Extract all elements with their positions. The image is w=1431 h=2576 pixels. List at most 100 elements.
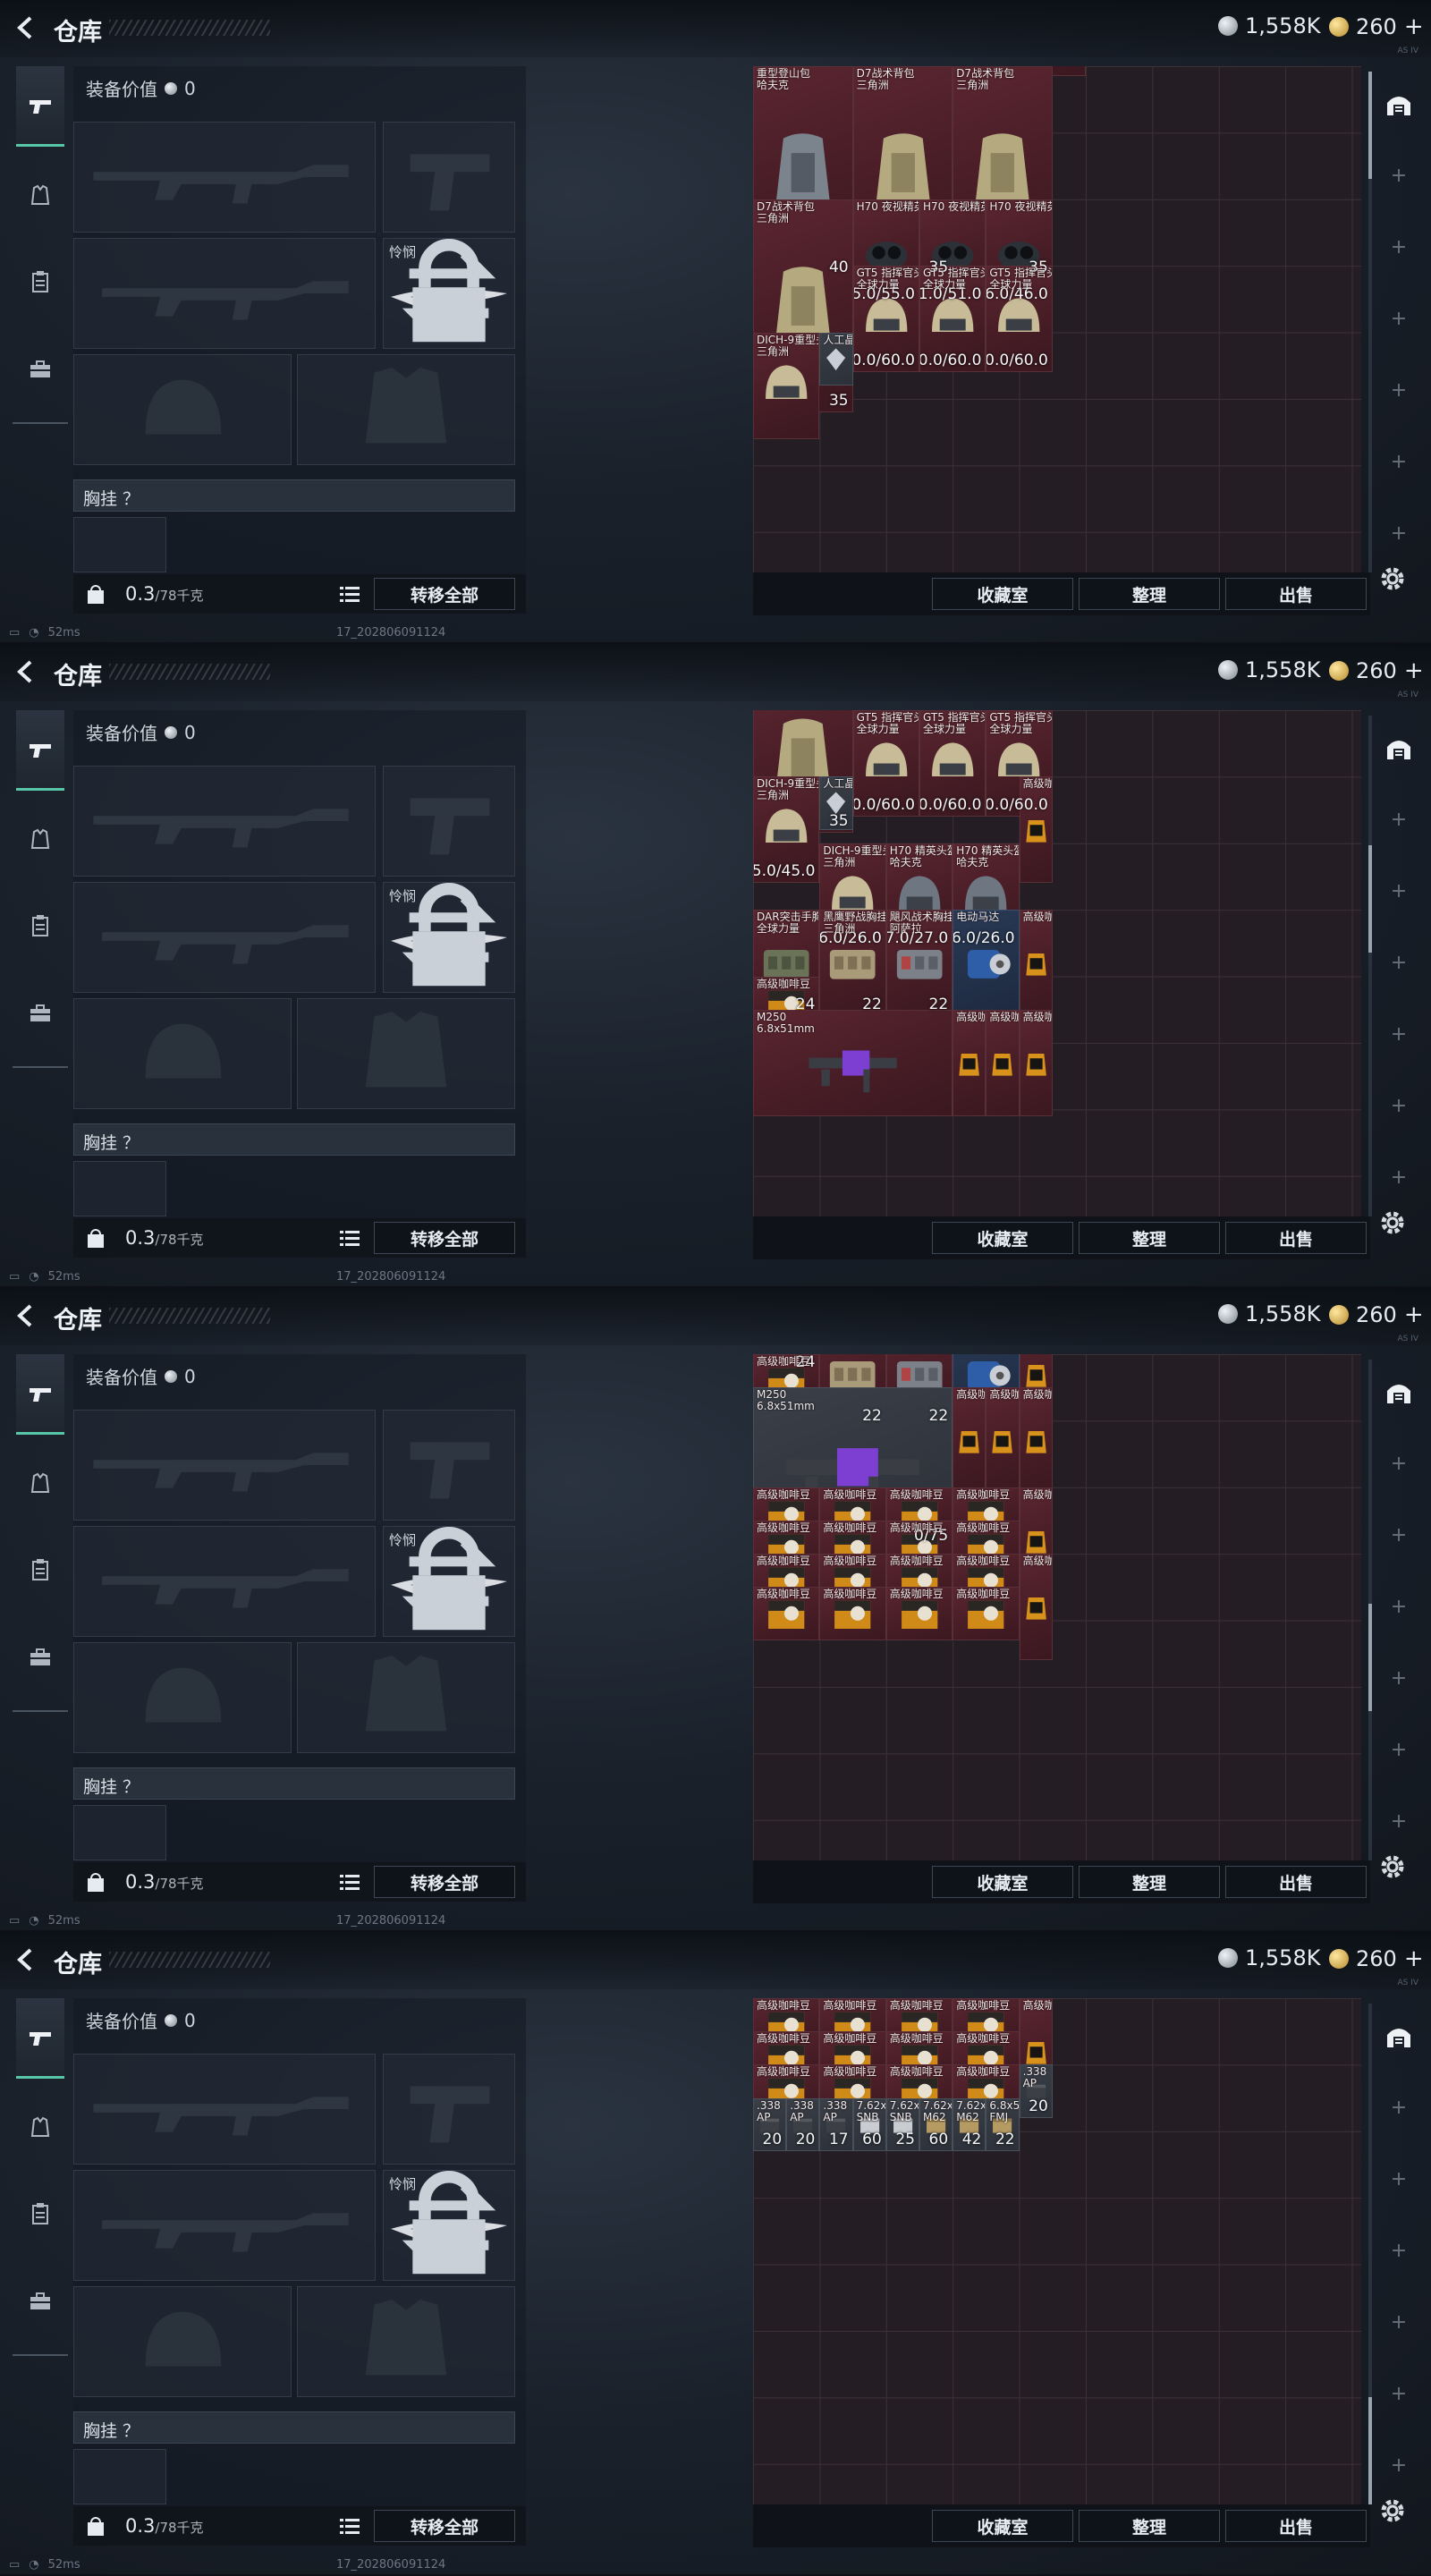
sell-button[interactable]: 出售	[1225, 2510, 1367, 2542]
chest-rig-slot[interactable]	[73, 1805, 166, 1860]
add-tab-button[interactable]: +	[1379, 2231, 1418, 2270]
pistol-slot[interactable]	[383, 2054, 515, 2165]
storage-item[interactable]: .338 AP 17	[819, 2097, 853, 2152]
nav-items[interactable]	[16, 1530, 64, 1610]
nav-toolbox[interactable]	[16, 1617, 64, 1698]
add-tab-button[interactable]: +	[1379, 2445, 1418, 2485]
transfer-all-button[interactable]: 转移全部	[374, 578, 515, 610]
storage-item[interactable]: GT5 指挥官头盔 全球力量 60.0/60.0	[919, 266, 986, 373]
storage-item[interactable]: 高级咖啡豆	[819, 1587, 886, 1640]
back-button[interactable]	[13, 1946, 39, 1973]
storage-item[interactable]: .338 AP 20	[1019, 2064, 1053, 2118]
back-button[interactable]	[13, 658, 39, 685]
add-tab-button[interactable]: +	[1379, 1730, 1418, 1769]
add-tab-button[interactable]: +	[1379, 943, 1418, 982]
primary-weapon-slot[interactable]	[73, 2054, 376, 2165]
melee-slot[interactable]: 怜悯	[383, 238, 515, 349]
storage-item[interactable]: 高级咖啡豆	[1019, 1009, 1053, 1116]
storage-tab-main[interactable]	[1379, 728, 1418, 767]
nav-armor[interactable]	[16, 1444, 64, 1524]
storage-item[interactable]: 高级咖啡豆	[1019, 1554, 1053, 1661]
storage-scrollbar[interactable]	[1368, 1360, 1372, 1860]
nav-armor[interactable]	[16, 156, 64, 236]
scroll-thumb[interactable]	[1368, 2397, 1372, 2504]
add-tab-button[interactable]: +	[1379, 513, 1418, 553]
storage-scrollbar[interactable]	[1368, 716, 1372, 1216]
silver-currency[interactable]: 1,558K	[1218, 1945, 1320, 1970]
body-armor-slot[interactable]	[297, 2286, 515, 2397]
chest-rig-slot[interactable]	[73, 1161, 166, 1216]
primary-weapon-slot[interactable]	[73, 1410, 376, 1521]
nav-toolbox[interactable]	[16, 973, 64, 1054]
storage-item[interactable]: DICH-9重型头盔 三角洲 45.0/45.0	[753, 776, 820, 884]
back-button[interactable]	[13, 1302, 39, 1329]
add-tab-button[interactable]: +	[1379, 227, 1418, 267]
nav-toolbox[interactable]	[16, 329, 64, 410]
add-tab-button[interactable]: +	[1379, 2374, 1418, 2413]
body-armor-slot[interactable]	[297, 354, 515, 465]
sell-button[interactable]: 出售	[1225, 1222, 1367, 1254]
add-tab-button[interactable]: +	[1379, 800, 1418, 839]
storage-item[interactable]: 7.62x54R SNB 25	[885, 2097, 919, 2152]
melee-slot[interactable]: 怜悯	[383, 1526, 515, 1637]
add-tab-button[interactable]: +	[1379, 1801, 1418, 1841]
list-icon[interactable]	[340, 1229, 360, 1247]
sort-button[interactable]: 整理	[1079, 2510, 1220, 2542]
storage-item[interactable]: 飓风战术胸挂 阿萨拉 22	[885, 910, 953, 1017]
sort-button[interactable]: 整理	[1079, 578, 1220, 610]
storage-item[interactable]: GT5 指挥官头盔 全球力量 60.0/60.0	[986, 710, 1053, 818]
helmet-slot[interactable]	[73, 998, 292, 1109]
storage-item[interactable]: 7.62x51 M62 60	[919, 2097, 953, 2152]
add-tab-button[interactable]: +	[1379, 871, 1418, 911]
nav-armor[interactable]	[16, 800, 64, 880]
settings-button[interactable]	[1377, 564, 1417, 603]
storage-item[interactable]: 高级咖啡豆	[1019, 776, 1053, 884]
add-tab-button[interactable]: +	[1379, 1658, 1418, 1698]
silver-currency[interactable]: 1,558K	[1218, 1301, 1320, 1326]
gold-currency[interactable]: 260 +	[1329, 1945, 1424, 1972]
storage-tab-main[interactable]	[1379, 84, 1418, 123]
settings-button[interactable]	[1377, 1208, 1417, 1247]
add-tab-button[interactable]: +	[1379, 1587, 1418, 1626]
helmet-slot[interactable]	[73, 354, 292, 465]
scroll-thumb[interactable]	[1368, 1603, 1372, 1711]
collection-room-button[interactable]: 收藏室	[932, 578, 1073, 610]
secondary-weapon-slot[interactable]	[73, 1526, 376, 1637]
list-icon[interactable]	[340, 585, 360, 603]
add-tab-button[interactable]: +	[1379, 370, 1418, 410]
storage-item[interactable]: 7.62x54R SNB 60	[852, 2097, 886, 2152]
add-tab-button[interactable]: +	[1379, 1014, 1418, 1054]
storage-item[interactable]: 黑鹰野战胸挂 三角洲 22	[819, 910, 886, 1017]
storage-item[interactable]: GT5 指挥官头盔 全球力量 60.0/60.0	[986, 266, 1053, 373]
storage-item[interactable]: 高级咖啡豆	[986, 1009, 1020, 1116]
storage-item[interactable]: GT5 指挥官头盔 全球力量 60.0/60.0	[852, 266, 919, 373]
scroll-thumb[interactable]	[1368, 845, 1372, 953]
list-icon[interactable]	[340, 2517, 360, 2535]
sort-button[interactable]: 整理	[1079, 1222, 1220, 1254]
collection-room-button[interactable]: 收藏室	[932, 2510, 1073, 2542]
back-button[interactable]	[13, 14, 39, 41]
secondary-weapon-slot[interactable]	[73, 2170, 376, 2281]
storage-grid[interactable]: 高级咖啡豆高级咖啡豆高级咖啡豆高级咖啡豆高级咖啡豆高级咖啡豆高级咖啡豆高级咖啡豆…	[753, 1998, 1361, 2504]
helmet-slot[interactable]	[73, 1642, 292, 1753]
collection-room-button[interactable]: 收藏室	[932, 1866, 1073, 1898]
storage-item[interactable]: 人工晶体	[819, 332, 853, 386]
nav-weapons[interactable]	[16, 1354, 64, 1435]
storage-item[interactable]: 高级咖啡豆	[953, 1587, 1020, 1640]
add-tab-button[interactable]: +	[1379, 2088, 1418, 2127]
storage-item[interactable]: 高级咖啡豆	[1019, 1387, 1053, 1495]
add-tab-button[interactable]: +	[1379, 2302, 1418, 2342]
storage-item[interactable]: .338 AP 20	[753, 2097, 787, 2152]
pistol-slot[interactable]	[383, 766, 515, 877]
settings-button[interactable]	[1377, 1852, 1417, 1891]
primary-weapon-slot[interactable]	[73, 122, 376, 233]
body-armor-slot[interactable]	[297, 998, 515, 1109]
storage-item[interactable]: 高级咖啡豆	[953, 1387, 986, 1495]
storage-tab-main[interactable]	[1379, 1372, 1418, 1411]
storage-tab-main[interactable]	[1379, 2016, 1418, 2055]
add-tab-button[interactable]: +	[1379, 1086, 1418, 1125]
storage-item[interactable]: 6.8x51 FMJ 22	[986, 2097, 1020, 2152]
add-tab-button[interactable]: +	[1379, 299, 1418, 338]
chest-rig-slot[interactable]	[73, 2449, 166, 2504]
storage-item[interactable]: 7.62x51 M62 42	[953, 2097, 986, 2152]
